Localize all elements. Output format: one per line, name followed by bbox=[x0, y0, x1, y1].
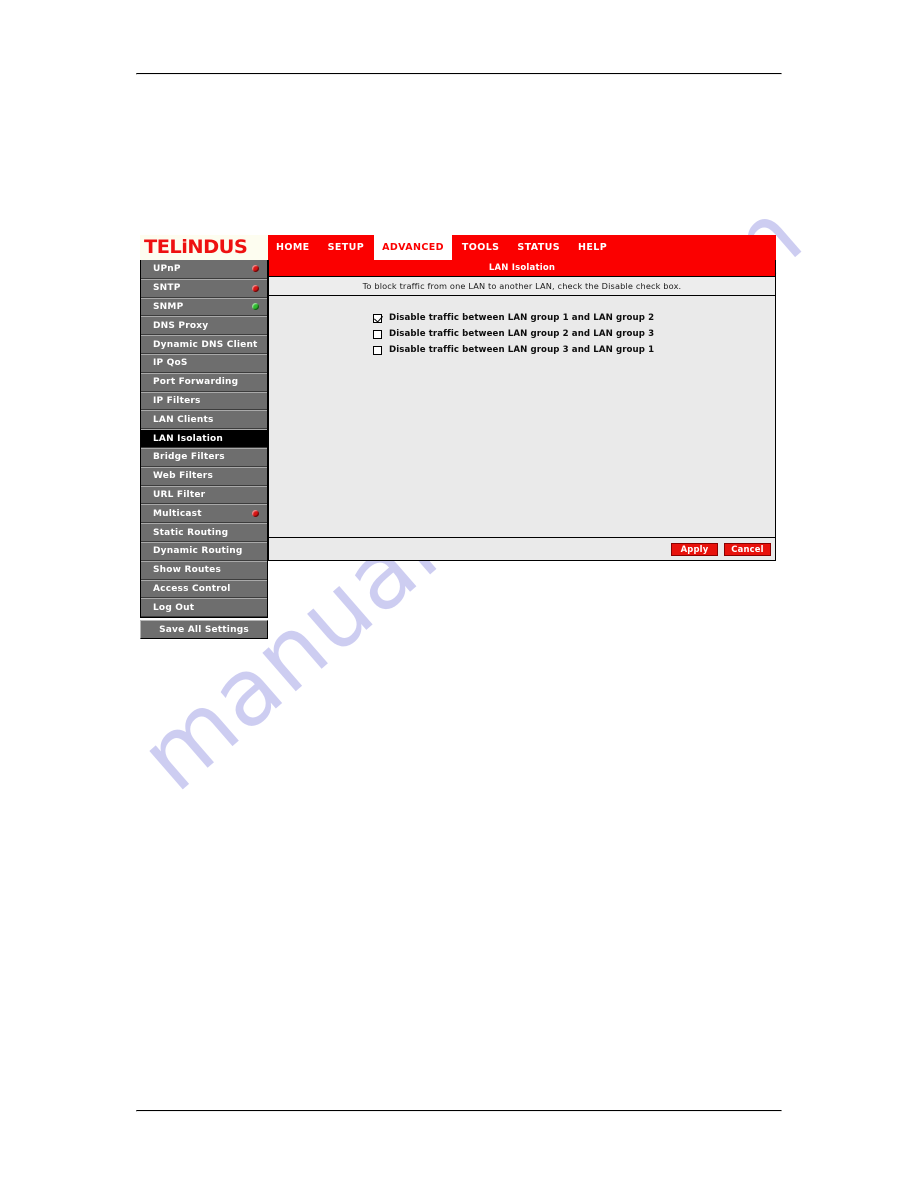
ui-body: UPnP SNTP SNMP DNS Proxy Dynamic DNS Client I… bbox=[140, 260, 776, 640]
sidebar-item-sntp[interactable]: SNTP bbox=[141, 278, 267, 298]
page-header-rule bbox=[136, 73, 782, 75]
sidebar-item-snmp[interactable]: SNMP bbox=[141, 297, 267, 317]
sidebar-item-show-routes[interactable]: Show Routes bbox=[141, 560, 267, 580]
disable-traffic-checkbox-3[interactable] bbox=[373, 345, 382, 355]
disable-traffic-label: Disable traffic between LAN group 3 and … bbox=[389, 345, 655, 355]
sidebar-item-label: Port Forwarding bbox=[153, 377, 239, 388]
status-led-red-icon bbox=[252, 284, 259, 292]
sidebar-item-label: LAN Isolation bbox=[153, 433, 223, 444]
sidebar-item-multicast[interactable]: Multicast bbox=[141, 504, 267, 524]
sidebar: UPnP SNTP SNMP DNS Proxy Dynamic DNS Client I… bbox=[140, 260, 268, 640]
content-hint-bar: To block traffic from one LAN to another… bbox=[269, 277, 775, 296]
nav-filler bbox=[617, 235, 776, 260]
sidebar-item-label: LAN Clients bbox=[153, 414, 214, 425]
brand-logo-text: TELiNDUS bbox=[143, 236, 248, 258]
sidebar-item-web-filters[interactable]: Web Filters bbox=[141, 466, 267, 486]
disable-traffic-checkbox-1[interactable] bbox=[373, 313, 382, 323]
sidebar-item-label: Log Out bbox=[153, 602, 195, 613]
save-all-settings-label: Save All Settings bbox=[159, 624, 249, 635]
router-admin-ui: TELiNDUS HOME SETUP ADVANCED TOOLS STATUS HEL… bbox=[140, 235, 776, 640]
tab-advanced[interactable]: ADVANCED bbox=[374, 235, 452, 260]
sidebar-item-label: Show Routes bbox=[153, 565, 222, 576]
status-led-green-icon bbox=[252, 303, 259, 311]
sidebar-item-label: IP QoS bbox=[153, 358, 188, 369]
content-panel: LAN Isolation To block traffic from one … bbox=[268, 260, 776, 561]
sidebar-item-label: Static Routing bbox=[153, 527, 229, 538]
tab-label: ADVANCED bbox=[382, 241, 444, 253]
page-title: LAN Isolation bbox=[488, 263, 556, 273]
lan-isolation-row: Disable traffic between LAN group 2 and … bbox=[373, 326, 775, 342]
tab-label: SETUP bbox=[327, 241, 365, 253]
disable-traffic-checkbox-2[interactable] bbox=[373, 329, 382, 339]
lan-isolation-row: Disable traffic between LAN group 1 and … bbox=[373, 310, 775, 326]
tab-label: TOOLS bbox=[461, 241, 500, 253]
lan-isolation-checkbox-list: Disable traffic between LAN group 1 and … bbox=[373, 310, 775, 358]
sidebar-item-label: URL Filter bbox=[153, 489, 206, 500]
tab-label: HELP bbox=[578, 241, 608, 253]
sidebar-item-label: Dynamic Routing bbox=[153, 546, 243, 557]
disable-traffic-label: Disable traffic between LAN group 2 and … bbox=[389, 329, 655, 339]
save-all-settings-button[interactable]: Save All Settings bbox=[140, 620, 268, 640]
page-footer-rule bbox=[136, 1110, 782, 1112]
sidebar-item-port-forwarding[interactable]: Port Forwarding bbox=[141, 372, 267, 392]
main-nav-tabs: HOME SETUP ADVANCED TOOLS STATUS HELP bbox=[268, 235, 776, 260]
sidebar-item-log-out[interactable]: Log Out bbox=[141, 598, 267, 618]
disable-traffic-label: Disable traffic between LAN group 1 and … bbox=[389, 313, 655, 323]
sidebar-item-label: Dynamic DNS Client bbox=[153, 339, 258, 350]
tab-label: STATUS bbox=[517, 241, 561, 253]
sidebar-item-label: SNMP bbox=[153, 301, 184, 312]
sidebar-item-dynamic-dns-client[interactable]: Dynamic DNS Client bbox=[141, 335, 267, 354]
sidebar-item-label: IP Filters bbox=[153, 395, 201, 406]
sidebar-item-ip-qos[interactable]: IP QoS bbox=[141, 353, 267, 373]
sidebar-item-bridge-filters[interactable]: Bridge Filters bbox=[141, 447, 267, 467]
brand-logo: TELiNDUS bbox=[140, 235, 268, 260]
sidebar-item-upnp[interactable]: UPnP bbox=[141, 260, 267, 279]
sidebar-item-label: Web Filters bbox=[153, 471, 214, 482]
sidebar-item-label: DNS Proxy bbox=[153, 320, 209, 331]
sidebar-item-lan-clients[interactable]: LAN Clients bbox=[141, 410, 267, 430]
document-page: manualshive.com TELiNDUS HOMESETUPADVANC… bbox=[0, 0, 918, 1188]
tab-label: HOME bbox=[276, 241, 310, 253]
content-main-area: Disable traffic between LAN group 1 and … bbox=[269, 296, 775, 538]
sidebar-item-url-filter[interactable]: URL Filter bbox=[141, 485, 267, 505]
instruction-text: To block traffic from one LAN to another… bbox=[362, 281, 682, 291]
sidebar-item-label: Bridge Filters bbox=[153, 452, 225, 463]
tab-status[interactable]: STATUS bbox=[509, 235, 569, 260]
tab-setup[interactable]: SETUP bbox=[319, 235, 373, 260]
apply-button-label: Apply bbox=[680, 544, 709, 554]
sidebar-item-static-routing[interactable]: Static Routing bbox=[141, 523, 267, 542]
sidebar-item-ip-filters[interactable]: IP Filters bbox=[141, 391, 267, 411]
status-led-red-icon bbox=[252, 265, 259, 273]
sidebar-item-label: Multicast bbox=[153, 508, 202, 519]
sidebar-item-dynamic-routing[interactable]: Dynamic Routing bbox=[141, 541, 267, 561]
sidebar-item-lan-isolation[interactable]: LAN Isolation bbox=[141, 429, 267, 448]
content-title-bar: LAN Isolation bbox=[269, 260, 775, 277]
sidebar-item-label: Access Control bbox=[153, 583, 231, 594]
status-led-red-icon bbox=[252, 510, 259, 518]
apply-button[interactable]: Apply bbox=[671, 542, 718, 556]
ui-header-bar: TELiNDUS HOME SETUP ADVANCED TOOLS STATUS HEL… bbox=[140, 235, 776, 260]
sidebar-item-dns-proxy[interactable]: DNS Proxy bbox=[141, 316, 267, 336]
cancel-button-label: Cancel bbox=[731, 544, 764, 554]
tab-tools[interactable]: TOOLS bbox=[453, 235, 508, 260]
cancel-button[interactable]: Cancel bbox=[724, 542, 771, 556]
content-action-bar: Apply Cancel bbox=[269, 538, 775, 560]
sidebar-item-access-control[interactable]: Access Control bbox=[141, 579, 267, 599]
tab-home[interactable]: HOME bbox=[268, 235, 318, 260]
sidebar-item-label: SNTP bbox=[153, 283, 181, 294]
sidebar-menu: UPnP SNTP SNMP DNS Proxy Dynamic DNS Client I… bbox=[140, 260, 268, 619]
lan-isolation-row: Disable traffic between LAN group 3 and … bbox=[373, 342, 775, 358]
sidebar-item-label: UPnP bbox=[153, 263, 181, 274]
tab-help[interactable]: HELP bbox=[570, 235, 616, 260]
